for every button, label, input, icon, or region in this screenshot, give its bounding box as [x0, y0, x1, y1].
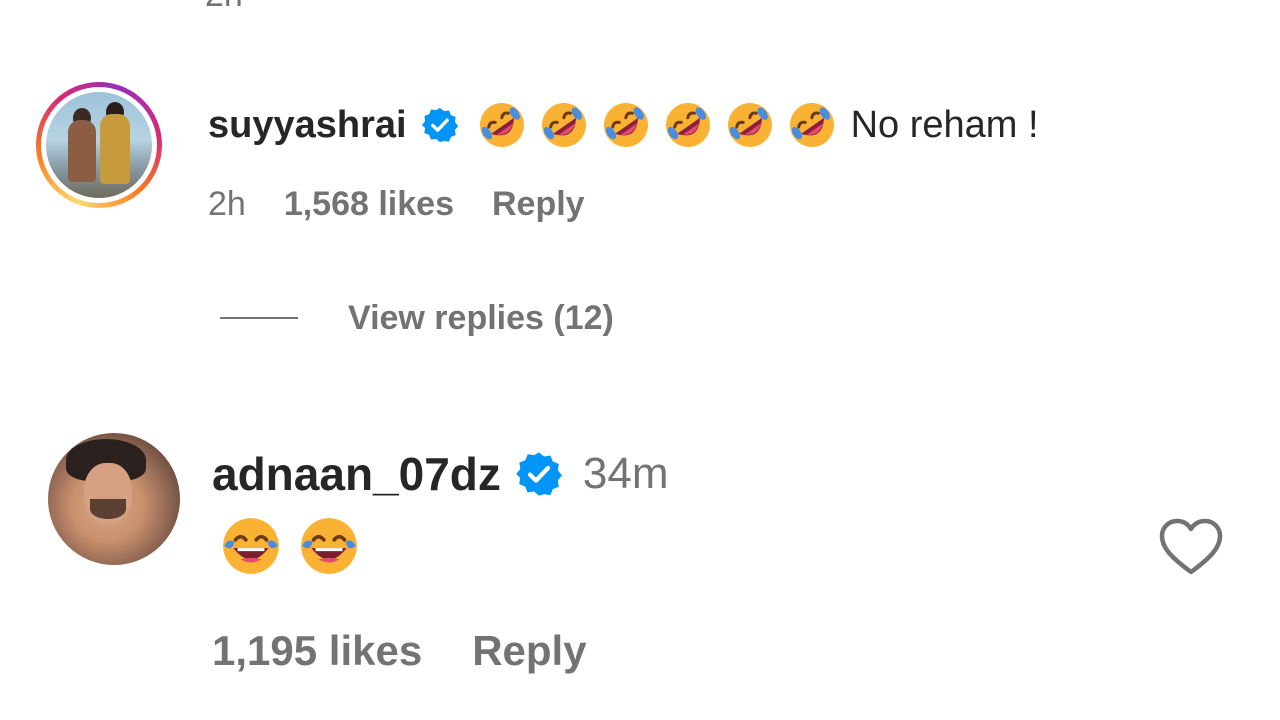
tears-of-joy-icon: [223, 518, 279, 574]
rolling-on-floor-laughing-icon: [541, 103, 586, 147]
comment-username[interactable]: suyyashrai: [208, 102, 407, 148]
comment-meta: 1,195 likes Reply: [212, 626, 587, 676]
tears-of-joy-icon: [301, 518, 357, 574]
avatar-figure: [100, 114, 130, 184]
comment-meta: 2h 1,568 likes Reply: [208, 184, 585, 224]
comment-time: 34m: [582, 449, 669, 498]
comment-time: 2h: [208, 185, 246, 223]
avatar-story-ring[interactable]: [36, 82, 162, 208]
reply-button[interactable]: Reply: [472, 626, 586, 676]
avatar-ring-gap: [41, 87, 157, 203]
previous-comment-time: 2h: [205, 0, 243, 12]
rolling-on-floor-laughing-icon: [479, 103, 524, 147]
rolling-on-floor-laughing-icon: [727, 103, 772, 147]
verified-badge-icon: [421, 107, 458, 143]
view-replies-button[interactable]: View replies (12): [348, 298, 614, 338]
likes-count[interactable]: 1,568 likes: [284, 184, 454, 224]
comment-text: No reham !: [850, 104, 1039, 146]
comment-header: suyyashrai No reham !: [208, 100, 1039, 150]
comment-text: [220, 515, 360, 577]
reply-button[interactable]: Reply: [492, 184, 585, 224]
heart-outline-icon[interactable]: [1158, 518, 1224, 576]
view-replies-divider: [220, 317, 298, 319]
avatar-beard: [90, 499, 126, 519]
comment-header: adnaan_07dz 34m: [212, 448, 669, 500]
avatar[interactable]: [48, 433, 180, 565]
rolling-on-floor-laughing-icon: [603, 103, 648, 147]
avatar: [46, 92, 152, 198]
avatar-figure: [68, 120, 96, 182]
rolling-on-floor-laughing-icon: [665, 103, 710, 147]
comment-username[interactable]: adnaan_07dz: [212, 448, 501, 500]
likes-count[interactable]: 1,195 likes: [212, 626, 422, 676]
rolling-on-floor-laughing-icon: [789, 103, 834, 147]
verified-badge-icon: [516, 452, 562, 496]
